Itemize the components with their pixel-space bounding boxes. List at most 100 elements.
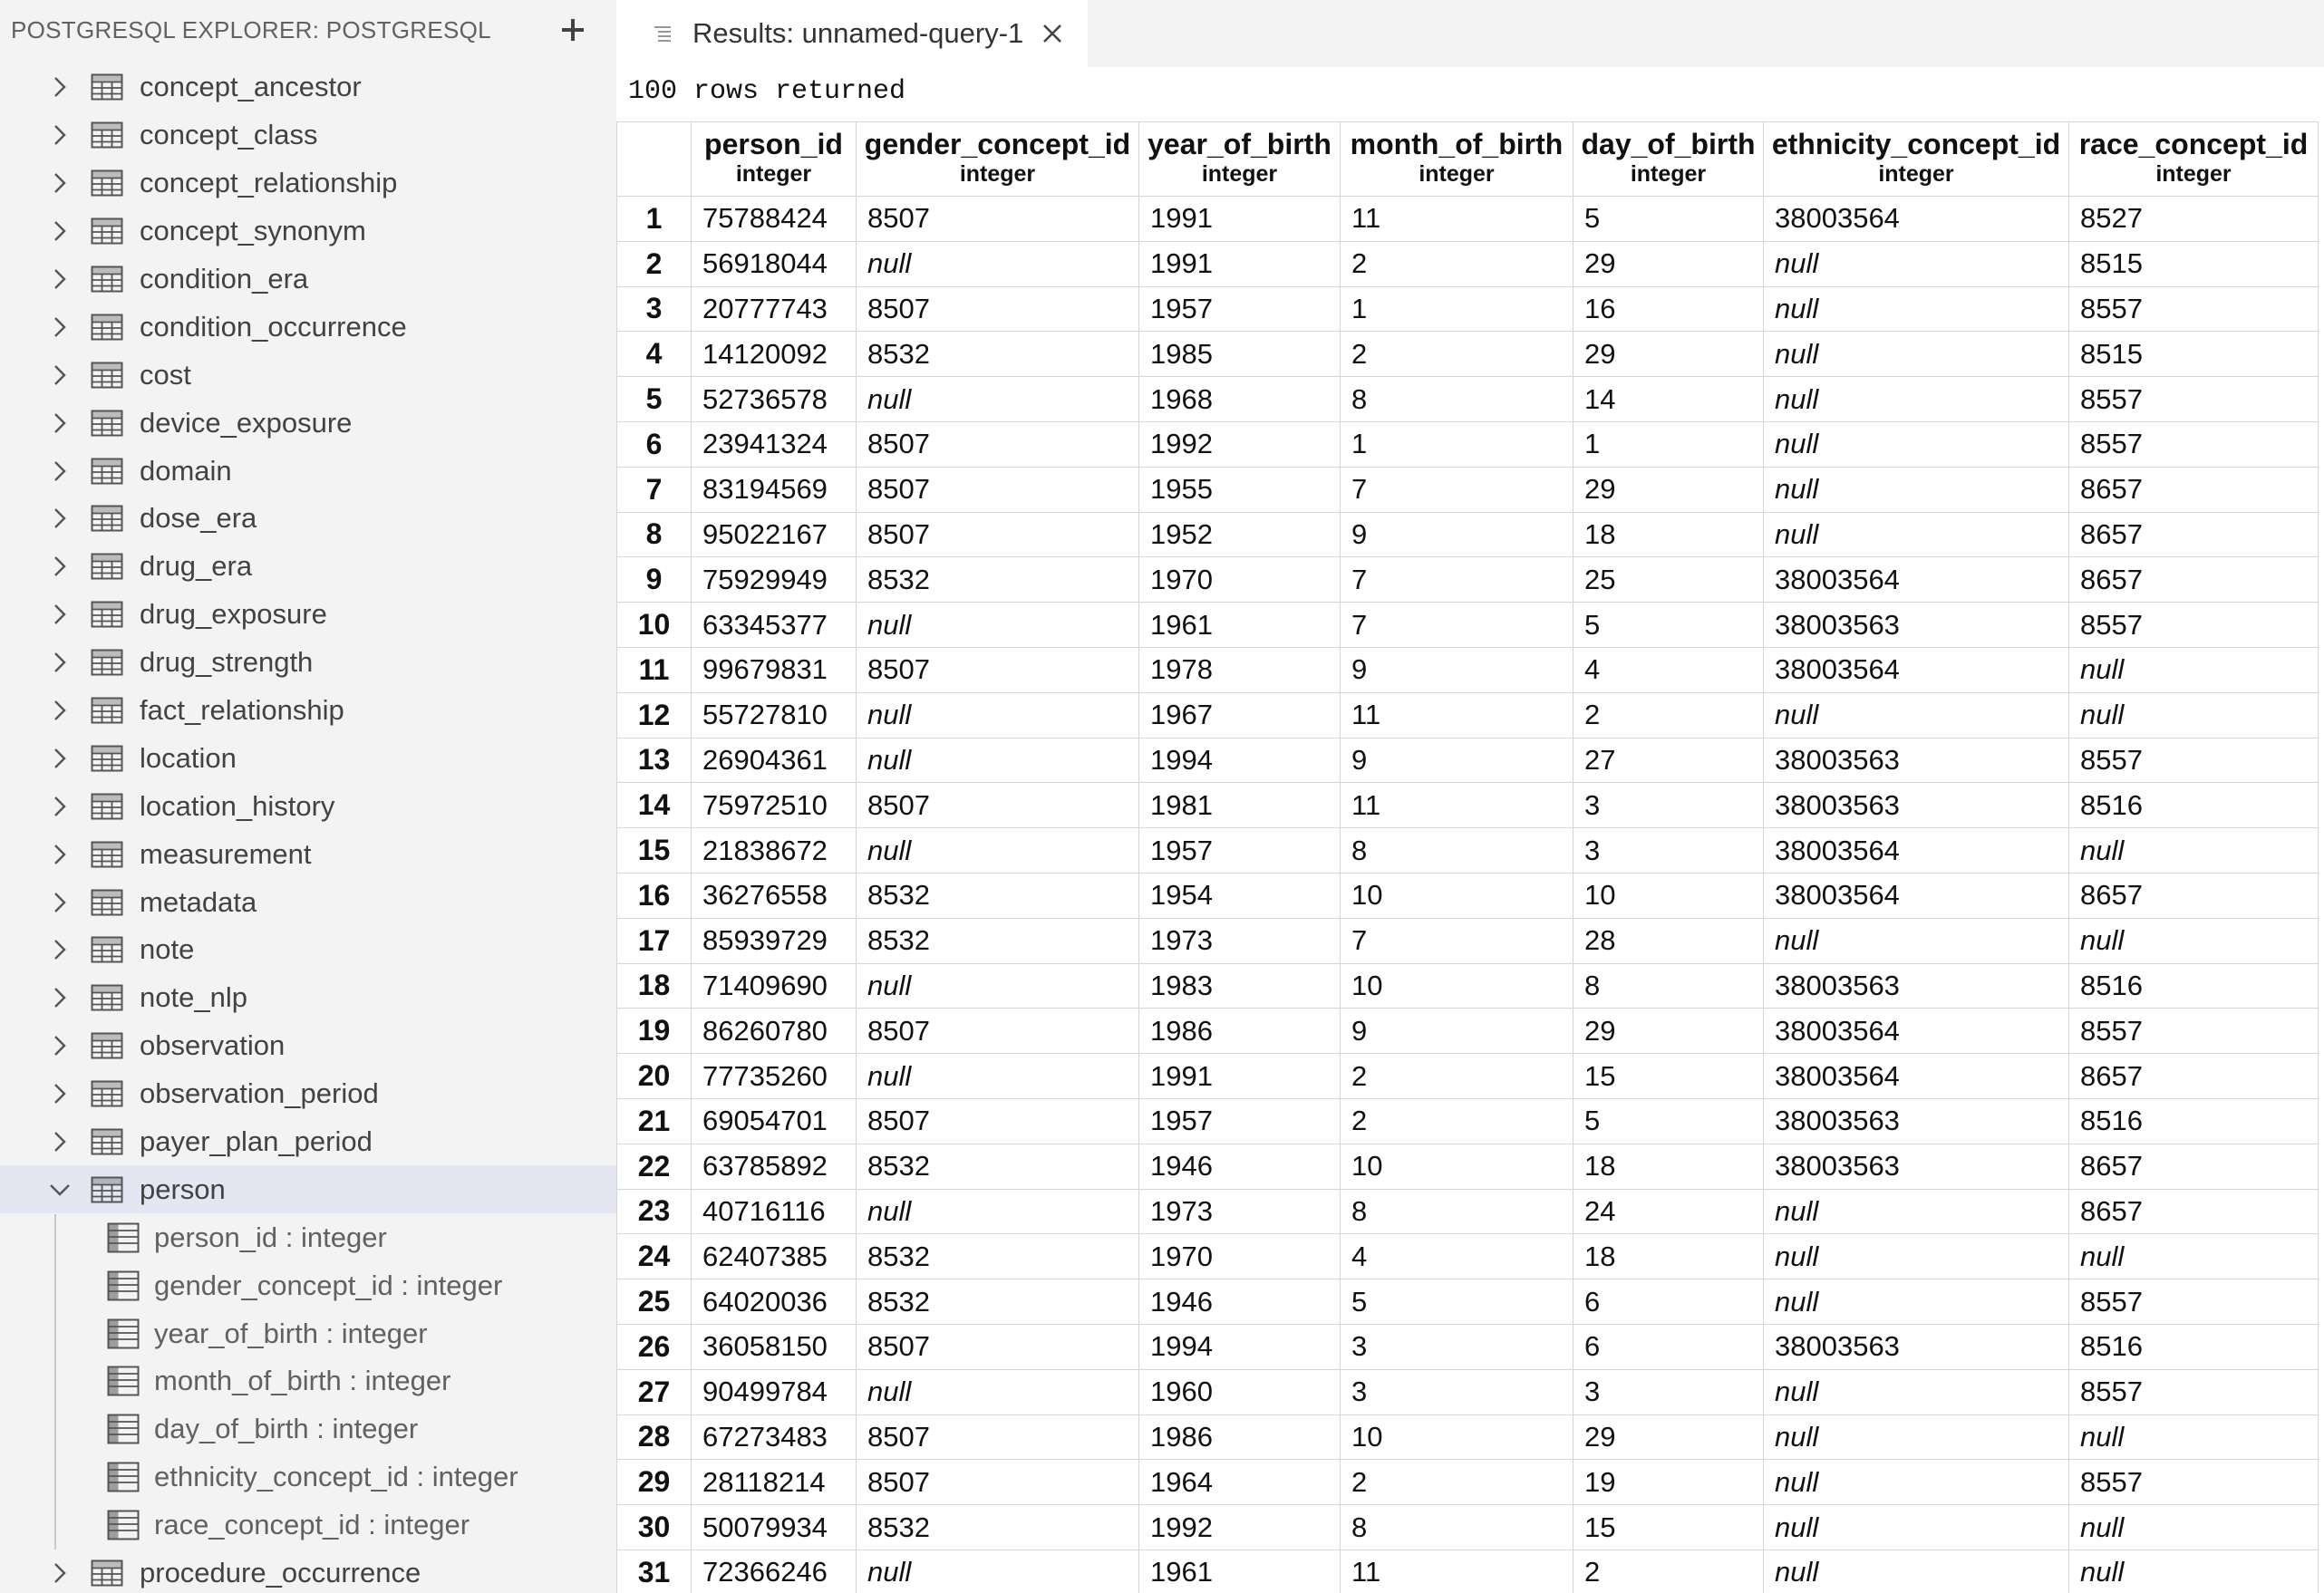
column-header[interactable]: year_of_birth integer [1138, 121, 1341, 197]
table-cell[interactable]: null [1763, 1368, 2069, 1415]
table-cell[interactable]: null [2068, 691, 2319, 739]
table-cell[interactable]: 4 [1340, 1233, 1574, 1280]
table-cell[interactable]: null [1763, 511, 2069, 558]
table-cell[interactable]: 10 [1340, 1143, 1574, 1190]
table-cell[interactable]: 8 [1340, 827, 1574, 874]
table-cell[interactable]: 1992 [1138, 420, 1341, 468]
table-cell[interactable]: 8507 [856, 1414, 1139, 1461]
chevron-right-icon[interactable] [42, 891, 78, 914]
table-cell[interactable]: 14120092 [691, 331, 857, 378]
table-cell[interactable]: 2 [1340, 331, 1574, 378]
table-cell[interactable]: 24 [1573, 1188, 1764, 1235]
table-cell[interactable]: null [1763, 240, 2069, 287]
table-cell[interactable]: 9 [1340, 1008, 1574, 1055]
table-cell[interactable]: 77735260 [691, 1053, 857, 1099]
table-cell[interactable]: 8657 [2068, 872, 2319, 919]
table-cell[interactable]: 8532 [856, 1279, 1139, 1325]
table-cell[interactable]: 62407385 [691, 1233, 857, 1280]
table-cell[interactable]: 8657 [2068, 1188, 2319, 1235]
chevron-right-icon[interactable] [42, 1034, 78, 1057]
table-cell[interactable]: 8557 [2068, 420, 2319, 468]
table-cell[interactable]: 56918044 [691, 240, 857, 287]
table-cell[interactable]: null [856, 376, 1139, 422]
table-cell[interactable]: null [1763, 917, 2069, 964]
table-cell[interactable]: null [856, 1188, 1139, 1235]
table-cell[interactable]: 83194569 [691, 466, 857, 513]
chevron-right-icon[interactable] [42, 555, 78, 578]
table-row[interactable]: 13 26904361 null 1994 9 27 38003563 8557 [616, 737, 2319, 784]
table-cell[interactable]: 16 [1573, 285, 1764, 333]
chevron-right-icon[interactable] [42, 171, 78, 195]
tree-item-table[interactable]: procedure_occurrence [0, 1550, 616, 1593]
chevron-right-icon[interactable] [42, 1082, 78, 1105]
chevron-right-icon[interactable] [42, 795, 78, 818]
close-icon[interactable] [1038, 19, 1067, 48]
chevron-right-icon[interactable] [42, 747, 78, 770]
table-cell[interactable]: 29 [1573, 1008, 1764, 1055]
table-cell[interactable]: 55727810 [691, 691, 857, 739]
table-cell[interactable]: 38003564 [1763, 646, 2069, 693]
table-cell[interactable]: 10 [1573, 872, 1764, 919]
table-cell[interactable]: 8557 [2068, 602, 2319, 648]
table-cell[interactable]: 8557 [2068, 1008, 2319, 1055]
table-row[interactable]: 1 75788424 8507 1991 11 5 38003564 8527 [616, 196, 2319, 242]
table-cell[interactable]: 3 [1340, 1323, 1574, 1370]
chevron-down-icon[interactable] [42, 1181, 78, 1199]
table-cell[interactable]: null [1763, 376, 2069, 422]
table-cell[interactable]: null [1763, 691, 2069, 739]
table-cell[interactable]: 1961 [1138, 602, 1341, 648]
table-cell[interactable]: 38003563 [1763, 1143, 2069, 1190]
table-cell[interactable]: 8507 [856, 285, 1139, 333]
table-cell[interactable]: 8 [1340, 1188, 1574, 1235]
table-cell[interactable]: null [856, 691, 1139, 739]
table-cell[interactable]: null [2068, 917, 2319, 964]
chevron-right-icon[interactable] [42, 315, 78, 339]
tree-item-table[interactable]: concept_class [0, 111, 616, 159]
table-cell[interactable]: 8557 [2068, 376, 2319, 422]
table-cell[interactable]: 1992 [1138, 1504, 1341, 1550]
table-cell[interactable]: 38003564 [1763, 1008, 2069, 1055]
table-cell[interactable]: 1973 [1138, 1188, 1341, 1235]
table-cell[interactable]: 25 [1573, 556, 1764, 603]
table-cell[interactable]: 8532 [856, 1233, 1139, 1280]
chevron-right-icon[interactable] [42, 1130, 78, 1154]
table-cell[interactable]: 2 [1340, 1097, 1574, 1144]
table-cell[interactable]: 8507 [856, 1459, 1139, 1506]
table-cell[interactable]: 3 [1573, 782, 1764, 829]
table-row[interactable]: 29 28118214 8507 1964 2 19 null 8557 [616, 1459, 2319, 1506]
table-cell[interactable]: 8507 [856, 1323, 1139, 1370]
table-cell[interactable]: 5 [1573, 1097, 1764, 1144]
table-cell[interactable]: 27 [1573, 737, 1764, 784]
table-cell[interactable]: null [2068, 1504, 2319, 1550]
table-cell[interactable]: 3 [1573, 827, 1764, 874]
table-cell[interactable]: 75788424 [691, 196, 857, 242]
table-row[interactable]: 11 99679831 8507 1978 9 4 38003564 null [616, 646, 2319, 693]
table-cell[interactable]: 8507 [856, 782, 1139, 829]
table-row[interactable]: 16 36276558 8532 1954 10 10 38003564 8657 [616, 872, 2319, 919]
table-cell[interactable]: null [1763, 1504, 2069, 1550]
tree-item-table[interactable]: note_nlp [0, 974, 616, 1022]
tree-item-column[interactable]: day_of_birth : integer [0, 1405, 616, 1453]
table-cell[interactable]: 1946 [1138, 1143, 1341, 1190]
table-cell[interactable]: 8657 [2068, 466, 2319, 513]
table-row[interactable]: 26 36058150 8507 1994 3 6 38003563 8516 [616, 1323, 2319, 1370]
table-row[interactable]: 27 90499784 null 1960 3 3 null 8557 [616, 1368, 2319, 1415]
table-cell[interactable]: 8516 [2068, 962, 2319, 1009]
chevron-right-icon[interactable] [42, 843, 78, 866]
chevron-right-icon[interactable] [42, 603, 78, 626]
table-cell[interactable]: null [2068, 1414, 2319, 1461]
table-cell[interactable]: 2 [1573, 1549, 1764, 1593]
column-header[interactable]: day_of_birth integer [1573, 121, 1764, 197]
table-cell[interactable]: 8532 [856, 331, 1139, 378]
table-cell[interactable]: null [1763, 285, 2069, 333]
table-cell[interactable]: 15 [1573, 1053, 1764, 1099]
tree-item-table[interactable]: cost [0, 351, 616, 399]
chevron-right-icon[interactable] [42, 507, 78, 530]
table-cell[interactable]: 15 [1573, 1504, 1764, 1550]
table-cell[interactable]: 1967 [1138, 691, 1341, 739]
column-header[interactable]: person_id integer [691, 121, 857, 197]
table-cell[interactable]: null [1763, 1459, 2069, 1506]
table-row[interactable]: 25 64020036 8532 1946 5 6 null 8557 [616, 1279, 2319, 1325]
chevron-right-icon[interactable] [42, 459, 78, 483]
table-cell[interactable]: 11 [1340, 1549, 1574, 1593]
